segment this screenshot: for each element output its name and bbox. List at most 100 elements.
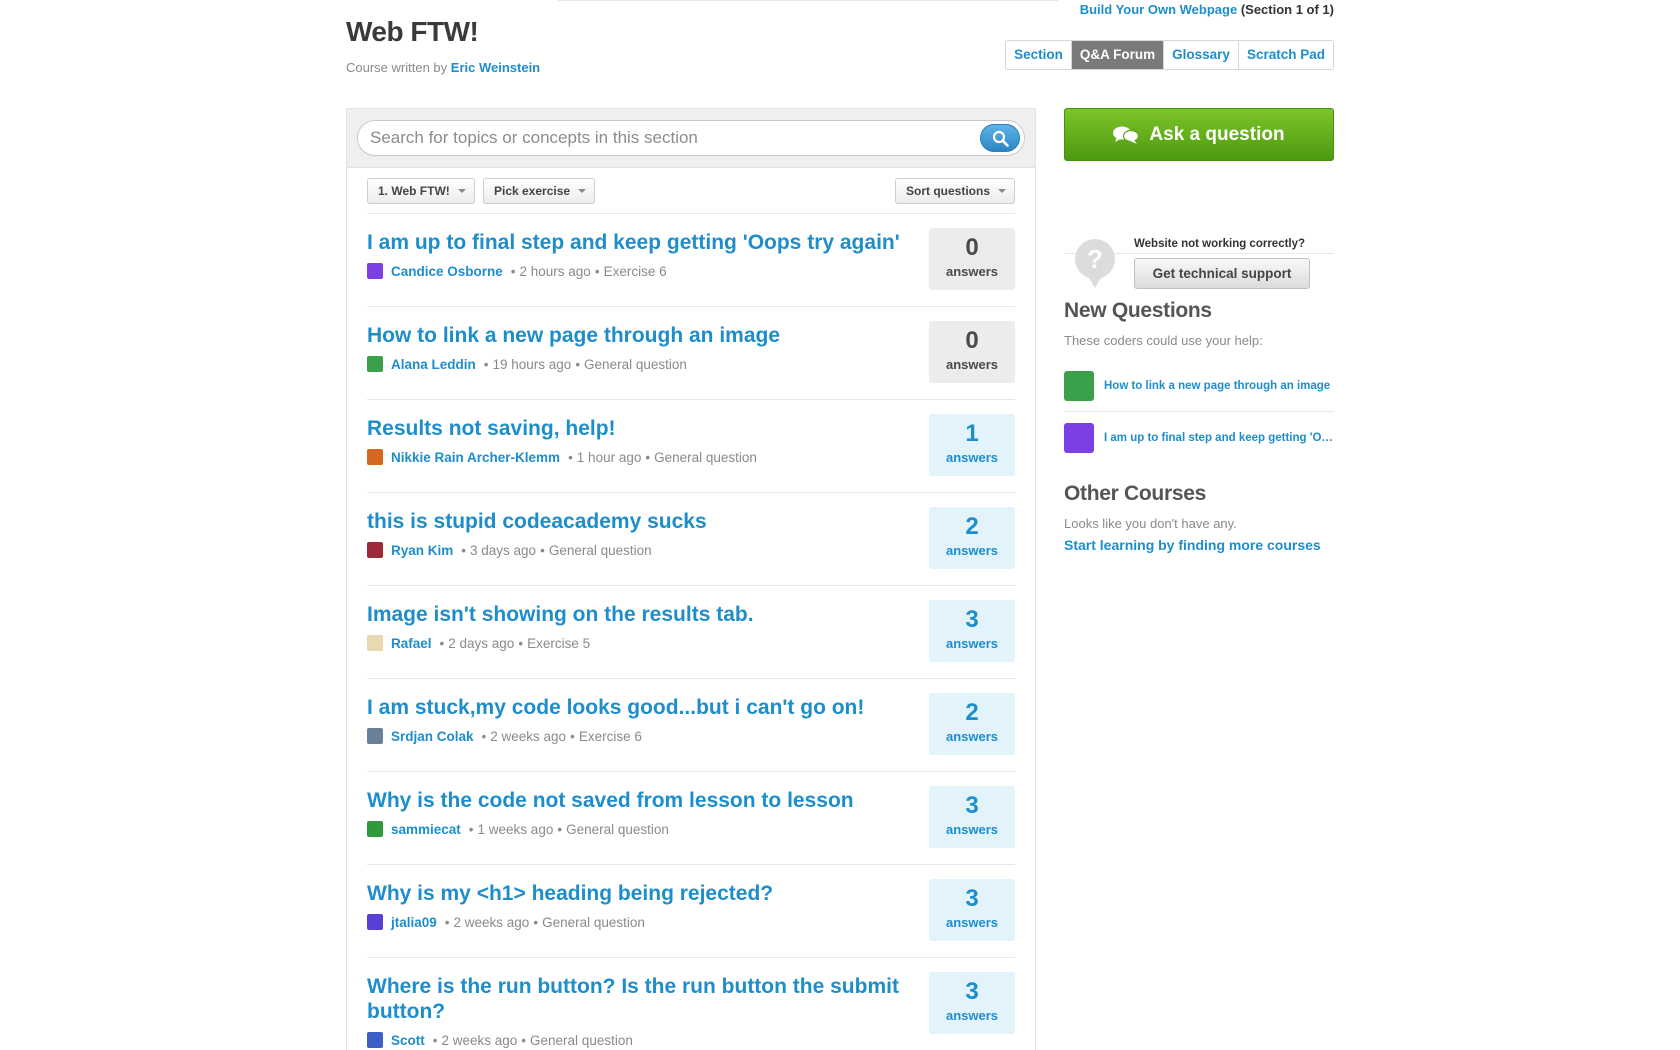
question-meta: sammiecat • 1 weeks ago • General question bbox=[367, 821, 669, 837]
question-meta: Nikkie Rain Archer-Klemm • 1 hour ago • Gene… bbox=[367, 449, 757, 465]
tab-scratch-pad[interactable]: Scratch Pad bbox=[1237, 41, 1333, 69]
find-courses-link[interactable]: Start learning by finding more courses bbox=[1064, 537, 1334, 553]
separator: • bbox=[557, 821, 563, 837]
answer-label: answers bbox=[945, 822, 999, 837]
question-context: General question bbox=[654, 449, 757, 465]
search-input[interactable] bbox=[370, 121, 970, 155]
question-meta: Alana Leddin • 19 hours ago • General questi… bbox=[367, 356, 687, 372]
byline: Course written by Eric Weinstein bbox=[346, 60, 540, 75]
question-meta: Candice Osborne • 2 hours ago • Exercise 6 bbox=[367, 263, 667, 279]
separator: • bbox=[533, 914, 539, 930]
answer-count-badge[interactable]: 2 answers bbox=[929, 693, 1015, 755]
answer-label: answers bbox=[945, 450, 999, 465]
section-count: (Section 1 of 1) bbox=[1240, 2, 1334, 17]
question-meta: Scott • 2 weeks ago • General question bbox=[367, 1032, 633, 1048]
section-dropdown[interactable]: 1. Web FTW! bbox=[367, 178, 475, 204]
avatar bbox=[367, 635, 383, 651]
tab-glossary[interactable]: Glossary bbox=[1163, 41, 1238, 69]
svg-text:?: ? bbox=[1087, 244, 1103, 274]
question-title-link[interactable]: this is stupid codeacademy sucks bbox=[367, 509, 907, 534]
question-context: Exercise 6 bbox=[578, 728, 642, 744]
author-link[interactable]: Candice Osborne bbox=[391, 264, 503, 279]
question-title-link[interactable]: I am up to final step and keep getting '… bbox=[367, 230, 907, 255]
answer-count: 3 bbox=[965, 792, 979, 819]
question-row: I am up to final step and keep getting '… bbox=[367, 214, 1015, 307]
question-context: General question bbox=[530, 1032, 633, 1048]
answer-count: 3 bbox=[965, 978, 979, 1005]
question-row: this is stupid codeacademy sucks Ryan Kim… bbox=[367, 493, 1015, 586]
question-meta: Rafael • 2 days ago • Exercise 5 bbox=[367, 635, 590, 651]
new-question-link[interactable]: I am up to final step and keep getting '… bbox=[1104, 432, 1334, 444]
answer-count: 0 bbox=[965, 234, 979, 261]
separator: • bbox=[461, 542, 467, 558]
author-link[interactable]: Nikkie Rain Archer-Klemm bbox=[391, 450, 560, 465]
author-link[interactable]: Scott bbox=[391, 1033, 425, 1048]
sort-dropdown-label: Sort questions bbox=[905, 184, 990, 198]
technical-support-button[interactable]: Get technical support bbox=[1134, 258, 1310, 289]
answer-label: answers bbox=[945, 729, 999, 744]
answer-count-badge[interactable]: 0 answers bbox=[929, 228, 1015, 290]
question-title-link[interactable]: Why is my <h1> heading being rejected? bbox=[367, 881, 907, 906]
separator: • bbox=[432, 1032, 438, 1048]
author-link[interactable]: Eric Weinstein bbox=[451, 60, 540, 75]
post-time: 2 weeks ago bbox=[453, 914, 530, 930]
answer-count-badge[interactable]: 3 answers bbox=[929, 786, 1015, 848]
avatar bbox=[367, 1032, 383, 1048]
answer-count-badge[interactable]: 0 answers bbox=[929, 321, 1015, 383]
new-questions-subtitle: These coders could use your help: bbox=[1064, 333, 1263, 348]
new-question-item[interactable]: How to link a new page through an image bbox=[1064, 360, 1334, 412]
other-courses-heading: Other Courses bbox=[1064, 482, 1206, 505]
search-button[interactable] bbox=[980, 124, 1020, 152]
author-link[interactable]: Rafael bbox=[391, 636, 432, 651]
separator: • bbox=[568, 449, 573, 465]
section-link[interactable]: Build Your Own Webpage bbox=[1080, 2, 1237, 17]
new-questions-section: New Questions These coders could use you… bbox=[1064, 299, 1334, 464]
question-row: Results not saving, help! Nikkie Rain Arc… bbox=[367, 400, 1015, 493]
answer-count-badge[interactable]: 3 answers bbox=[929, 879, 1015, 941]
answer-count: 3 bbox=[965, 885, 979, 912]
answer-count-badge[interactable]: 2 answers bbox=[929, 507, 1015, 569]
question-meta: Srdjan Colak • 2 weeks ago • Exercise 6 bbox=[367, 728, 642, 744]
sort-dropdown[interactable]: Sort questions bbox=[894, 178, 1015, 204]
new-questions-heading: New Questions bbox=[1064, 299, 1212, 322]
post-time: 2 hours ago bbox=[519, 263, 591, 279]
separator: • bbox=[518, 635, 524, 651]
question-context: General question bbox=[548, 542, 652, 558]
new-question-item[interactable]: I am up to final step and keep getting '… bbox=[1064, 412, 1334, 464]
author-link[interactable]: Ryan Kim bbox=[391, 543, 453, 558]
question-title-link[interactable]: Why is the code not saved from lesson to… bbox=[367, 788, 907, 813]
question-title-link[interactable]: How to link a new page through an image bbox=[367, 323, 907, 348]
separator: • bbox=[444, 914, 450, 930]
question-title-link[interactable]: Where is the run button? Is the run butt… bbox=[367, 974, 907, 1024]
avatar bbox=[367, 263, 383, 279]
question-title-link[interactable]: I am stuck,my code looks good...but i ca… bbox=[367, 695, 907, 720]
author-link[interactable]: Srdjan Colak bbox=[391, 729, 474, 744]
question-title-link[interactable]: Image isn't showing on the results tab. bbox=[367, 602, 907, 627]
tab-qa-forum[interactable]: Q&A Forum bbox=[1070, 41, 1164, 69]
author-link[interactable]: Alana Leddin bbox=[391, 357, 476, 372]
avatar bbox=[367, 914, 383, 930]
answer-count-badge[interactable]: 3 answers bbox=[929, 600, 1015, 662]
question-row: I am stuck,my code looks good...but i ca… bbox=[367, 679, 1015, 772]
question-row: Where is the run button? Is the run butt… bbox=[367, 958, 1015, 1050]
answer-count-badge[interactable]: 3 answers bbox=[929, 972, 1015, 1034]
author-link[interactable]: jtalia09 bbox=[391, 915, 437, 930]
answer-label: answers bbox=[945, 1008, 999, 1023]
question-row: Why is the code not saved from lesson to… bbox=[367, 772, 1015, 865]
question-meta: jtalia09 • 2 weeks ago • General question bbox=[367, 914, 645, 930]
support-text: Website not working correctly? bbox=[1134, 238, 1306, 250]
new-question-link[interactable]: How to link a new page through an image bbox=[1104, 380, 1334, 392]
avatar bbox=[367, 356, 383, 372]
author-link[interactable]: sammiecat bbox=[391, 822, 461, 837]
tab-section[interactable]: Section bbox=[1006, 41, 1071, 69]
answer-count-badge[interactable]: 1 answers bbox=[929, 414, 1015, 476]
question-mark-icon: ? bbox=[1075, 239, 1115, 288]
top-divider bbox=[558, 0, 1058, 1]
exercise-dropdown[interactable]: Pick exercise bbox=[483, 178, 596, 204]
question-row: How to link a new page through an image A… bbox=[367, 307, 1015, 400]
answer-count: 1 bbox=[965, 420, 979, 447]
answer-count: 2 bbox=[965, 699, 979, 726]
question-title-link[interactable]: Results not saving, help! bbox=[367, 416, 907, 441]
other-courses-subtitle: Looks like you don't have any. bbox=[1064, 516, 1237, 531]
question-row: Image isn't showing on the results tab. R… bbox=[367, 586, 1015, 679]
